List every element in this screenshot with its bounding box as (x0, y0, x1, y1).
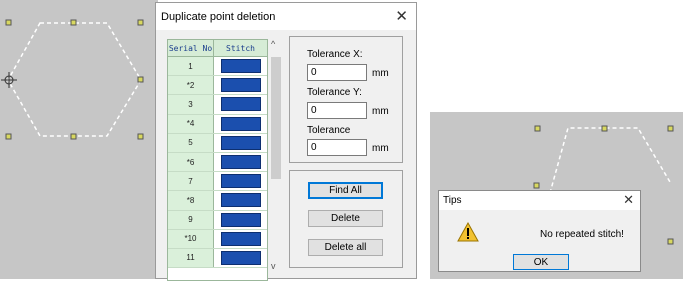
stitch-cell (214, 76, 267, 94)
tolerance-input[interactable] (307, 139, 367, 156)
stitch-color-swatch (220, 231, 261, 246)
table-row[interactable]: *6 (168, 152, 267, 173)
table-row[interactable]: *10 (168, 229, 267, 249)
table-row[interactable]: 1 (168, 57, 267, 77)
tolerance-y-label: Tolerance Y: (307, 87, 362, 98)
control-point[interactable] (667, 238, 674, 245)
serial-number-cell: *10 (168, 229, 214, 248)
serial-number-cell: *4 (168, 114, 214, 133)
serial-number-cell: 5 (168, 133, 214, 152)
serial-number-cell: 1 (168, 57, 214, 76)
stitch-cell (214, 211, 267, 229)
stitch-cell (214, 191, 267, 209)
stitch-color-swatch (220, 59, 261, 74)
control-point[interactable] (137, 133, 144, 140)
column-header-serial[interactable]: Serial No (168, 40, 214, 56)
control-point[interactable] (601, 125, 608, 132)
serial-number-cell: 7 (168, 172, 214, 191)
dialog-titlebar[interactable]: Duplicate point deletion ✕ (156, 3, 416, 30)
serial-number-cell: 11 (168, 248, 214, 268)
stitch-color-swatch (220, 97, 261, 112)
tolerance-y-input[interactable] (307, 102, 367, 119)
table-row[interactable]: 3 (168, 95, 267, 115)
table-row[interactable]: 7 (168, 172, 267, 192)
stitch-cell (214, 134, 267, 152)
scroll-down-icon[interactable]: v (271, 261, 276, 271)
close-icon[interactable]: ✕ (623, 192, 634, 208)
stitch-color-swatch (220, 135, 261, 150)
ok-button[interactable]: OK (513, 254, 569, 270)
table-row[interactable]: 5 (168, 133, 267, 153)
table-row[interactable]: 11 (168, 248, 267, 269)
column-header-stitch[interactable]: Stitch (214, 40, 267, 56)
tolerance-group: Tolerance X: mm Tolerance Y: mm Toleranc… (289, 36, 403, 163)
control-point[interactable] (137, 76, 144, 83)
tolerance-x-label: Tolerance X: (307, 49, 363, 60)
serial-number-cell: *6 (168, 152, 214, 172)
stitch-color-swatch (220, 155, 261, 170)
design-canvas-left[interactable] (0, 0, 158, 279)
control-point[interactable] (70, 19, 77, 26)
close-icon[interactable]: ✕ (395, 7, 408, 25)
control-point[interactable] (5, 133, 12, 140)
find-all-button[interactable]: Find All (308, 182, 383, 199)
stitch-cell (214, 230, 267, 248)
control-point[interactable] (137, 19, 144, 26)
stitch-color-swatch (220, 174, 261, 189)
table-row[interactable]: *8 (168, 191, 267, 211)
stitch-color-swatch (220, 212, 261, 227)
actions-group: Find All Delete Delete all (289, 170, 403, 268)
table-row[interactable]: *4 (168, 114, 267, 134)
scroll-up-icon[interactable]: ^ (271, 39, 275, 49)
serial-number-cell: *8 (168, 191, 214, 210)
stitch-cell (214, 172, 267, 190)
stitch-table: Serial No Stitch 1 *2 3 *4 5 *6 7 *8 9 *10 11 (167, 39, 268, 281)
control-point[interactable] (5, 19, 12, 26)
hexagon-outline-left (1, 19, 144, 140)
stitch-color-swatch (220, 193, 261, 208)
stitch-color-swatch (220, 78, 261, 93)
stitch-cell (214, 95, 267, 113)
tolerance-unit: mm (372, 143, 389, 154)
tolerance-x-input[interactable] (307, 64, 367, 81)
serial-number-cell: *2 (168, 76, 214, 95)
table-row[interactable]: *2 (168, 76, 267, 96)
warning-icon (457, 222, 479, 242)
delete-all-button[interactable]: Delete all (308, 239, 383, 256)
serial-number-cell: 9 (168, 210, 214, 229)
control-point[interactable] (533, 182, 540, 189)
stitch-cell (214, 115, 267, 133)
tips-title: Tips (443, 195, 462, 206)
control-point[interactable] (70, 133, 77, 140)
stitch-cell (214, 249, 267, 267)
tolerance-x-unit: mm (372, 68, 389, 79)
scrollbar-thumb[interactable] (271, 57, 281, 179)
tips-dialog: Tips ✕ No repeated stitch! OK (438, 190, 641, 272)
table-scrollbar[interactable]: ^ v (269, 39, 283, 271)
table-header: Serial No Stitch (168, 40, 267, 57)
serial-number-cell: 3 (168, 95, 214, 114)
stitch-color-swatch (220, 250, 261, 265)
crosshair-icon[interactable] (1, 72, 17, 88)
duplicate-point-deletion-dialog: Duplicate point deletion ✕ Serial No Sti… (155, 2, 417, 281)
delete-button[interactable]: Delete (308, 210, 383, 227)
tolerance-label: Tolerance (307, 125, 351, 136)
stitch-cell (214, 57, 267, 75)
stitch-cell (214, 153, 267, 171)
control-point[interactable] (534, 125, 541, 132)
tips-message: No repeated stitch! (540, 229, 624, 240)
tips-titlebar[interactable]: Tips ✕ (439, 191, 640, 210)
table-row[interactable]: 9 (168, 210, 267, 230)
dialog-title: Duplicate point deletion (161, 11, 276, 23)
stitch-color-swatch (220, 116, 261, 131)
control-point[interactable] (667, 125, 674, 132)
tolerance-y-unit: mm (372, 106, 389, 117)
